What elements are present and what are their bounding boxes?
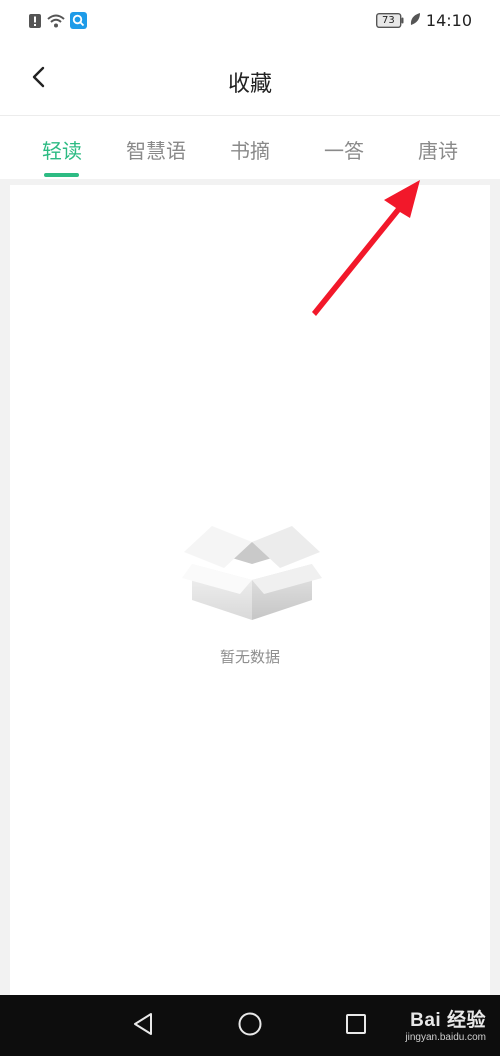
circle-home-icon — [237, 1011, 263, 1041]
annotation-arrow-icon — [300, 170, 440, 320]
clock: 14:10 — [425, 11, 472, 30]
system-nav-bar: Bai 经验 jingyan.baidu.com — [0, 995, 500, 1056]
watermark-main: Bai 经验 — [410, 1010, 486, 1031]
square-recent-icon — [344, 1012, 368, 1040]
status-bar: 73 14:10 — [0, 0, 500, 42]
tab-tangshi[interactable]: 唐诗 — [398, 135, 478, 164]
active-tab-indicator — [44, 173, 79, 177]
battery-icon: 73 — [375, 13, 404, 28]
page-title: 收藏 — [227, 72, 272, 97]
nav-back-button[interactable] — [130, 1013, 156, 1039]
leaf-icon — [409, 11, 421, 30]
empty-box-icon — [182, 522, 322, 622]
baidu-jingyan-watermark: Bai 经验 jingyan.baidu.com — [405, 1005, 486, 1043]
search-app-icon — [70, 12, 87, 33]
tab-qingdu[interactable]: 轻读 — [22, 135, 102, 164]
nav-home-button[interactable] — [237, 1011, 263, 1041]
alert-icon — [28, 13, 42, 33]
triangle-back-icon — [132, 1012, 154, 1040]
tab-yida[interactable]: 一答 — [304, 135, 384, 164]
tab-shuzhai[interactable]: 书摘 — [210, 135, 290, 164]
battery-level: 73 — [382, 15, 395, 26]
tab-zhihuiyu[interactable]: 智慧语 — [116, 135, 196, 164]
status-icons-right: 73 14:10 — [375, 11, 472, 30]
empty-state-text: 暂无数据 — [219, 648, 280, 666]
header-bar: 收藏 — [0, 42, 500, 116]
nav-recent-button[interactable] — [343, 1013, 369, 1039]
wifi-icon — [46, 13, 66, 33]
watermark-sub: jingyan.baidu.com — [405, 1032, 486, 1043]
status-icons-left — [28, 12, 87, 33]
